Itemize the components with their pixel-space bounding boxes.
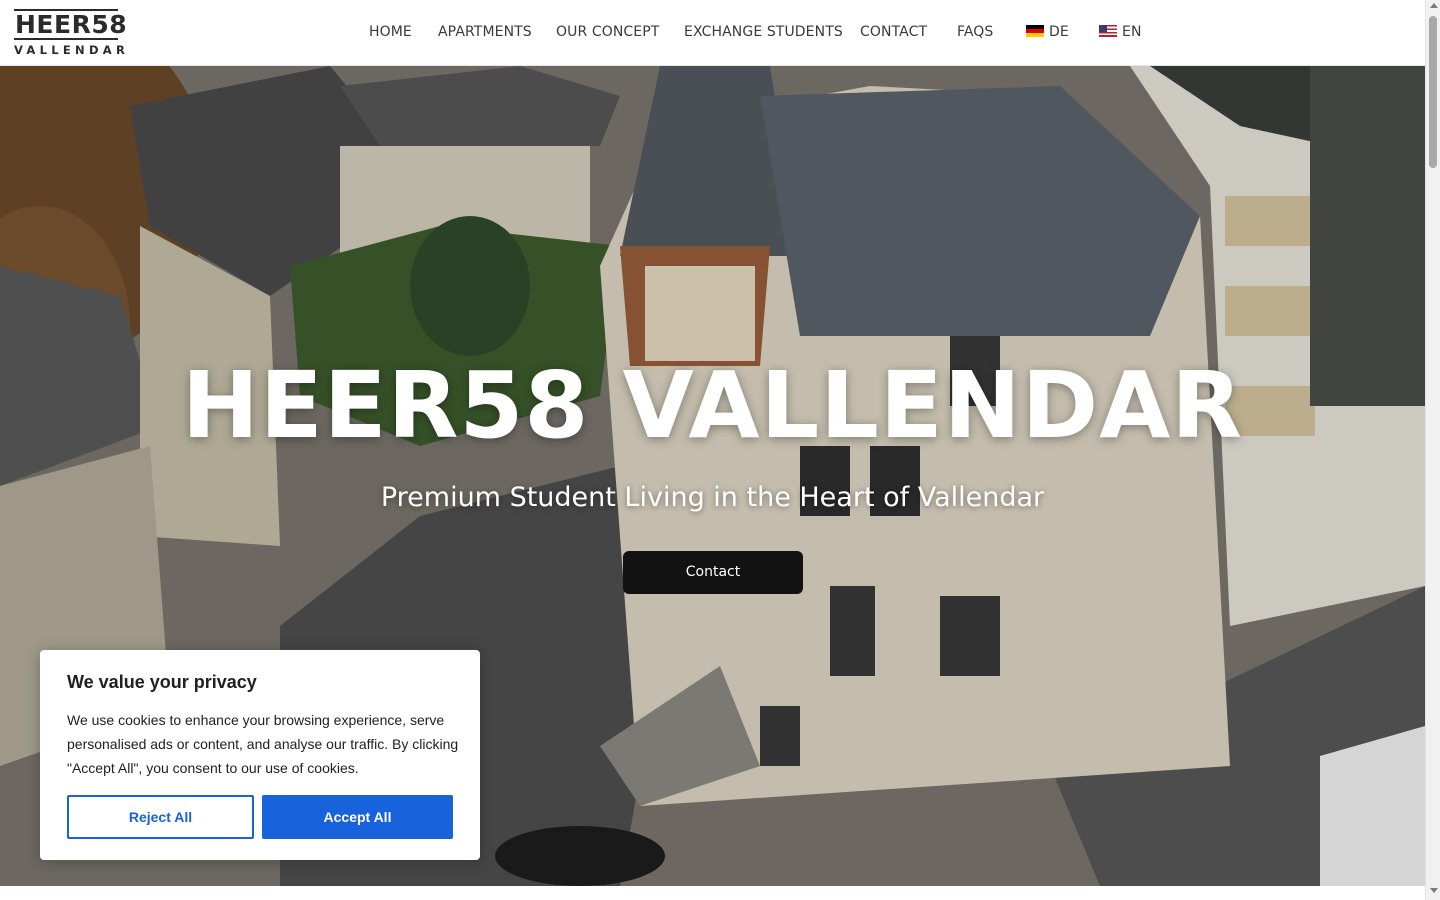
nav-item-home[interactable]: HOME [369, 23, 412, 41]
nav-item-faqs[interactable]: FAQS [957, 23, 993, 41]
accept-all-button[interactable]: Accept All [262, 795, 453, 839]
page-scrollbar[interactable] [1425, 0, 1440, 900]
nav-item-our-concept[interactable]: OUR CONCEPT [556, 23, 659, 41]
scrollbar-thumb[interactable] [1429, 16, 1437, 168]
site-header: HEER58 VALLENDAR HOME APARTMENTS OUR CON… [0, 0, 1425, 66]
cookie-title: We value your privacy [67, 672, 257, 692]
scroll-up-arrow-icon[interactable] [1430, 3, 1438, 8]
language-label-en: EN [1122, 24, 1142, 40]
scroll-down-arrow-icon[interactable] [1430, 888, 1438, 893]
hero-contact-button[interactable]: Contact [623, 551, 803, 594]
germany-flag-icon [1026, 25, 1044, 37]
language-switch-de[interactable]: DE [1026, 23, 1069, 41]
language-label-de: DE [1049, 24, 1069, 40]
reject-all-button[interactable]: Reject All [67, 795, 254, 839]
cookie-consent-banner: We value your privacy We use cookies to … [40, 650, 480, 860]
hero-subtitle: Premium Student Living in the Heart of V… [380, 482, 1045, 513]
cookie-description: We use cookies to enhance your browsing … [67, 712, 459, 776]
nav-item-apartments[interactable]: APARTMENTS [438, 23, 532, 41]
language-switch-en[interactable]: EN [1099, 23, 1142, 41]
usa-flag-icon [1099, 25, 1117, 37]
nav-item-contact[interactable]: CONTACT [860, 23, 927, 41]
hero-title: HEER58 VALLENDAR [181, 352, 1244, 459]
main-navigation: HOME APARTMENTS OUR CONCEPT EXCHANGE STU… [0, 0, 1425, 66]
page-bottom-strip [0, 886, 1425, 900]
nav-item-exchange-students[interactable]: EXCHANGE STUDENTS [684, 23, 843, 41]
